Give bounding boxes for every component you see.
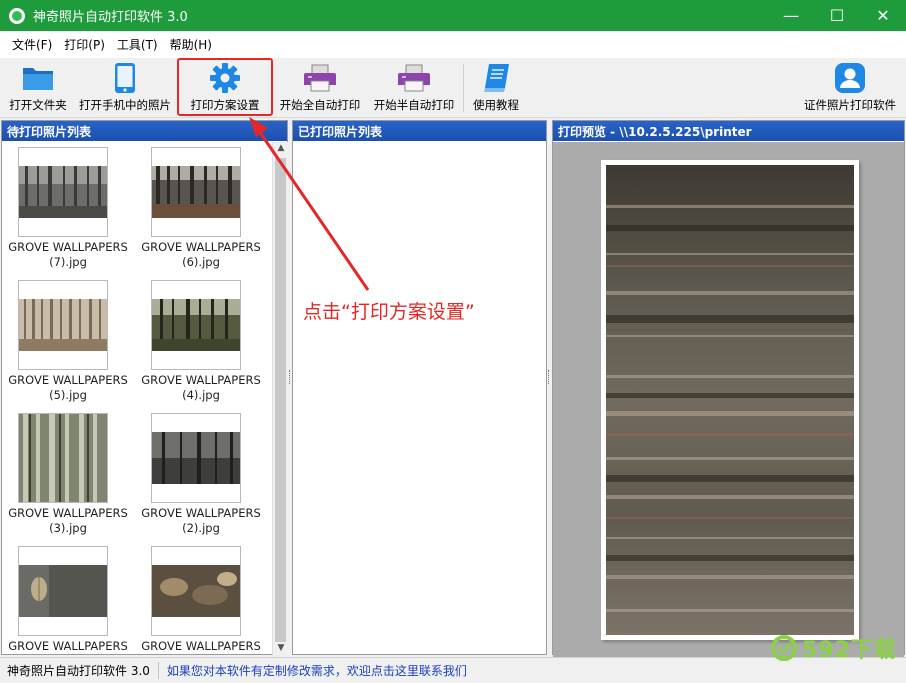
- watermark: 592下载: [770, 632, 897, 664]
- annotation-text: 点击“打印方案设置”: [303, 301, 475, 323]
- watermark-text: 592下载: [802, 638, 897, 663]
- custom-dev-link[interactable]: 如果您对本软件有定制修改需求，欢迎点击这里联系我们: [159, 662, 467, 679]
- watermark-logo-icon: [771, 635, 797, 661]
- annotation-arrow: [249, 117, 370, 291]
- status-version: 神奇照片自动打印软件 3.0: [0, 662, 159, 679]
